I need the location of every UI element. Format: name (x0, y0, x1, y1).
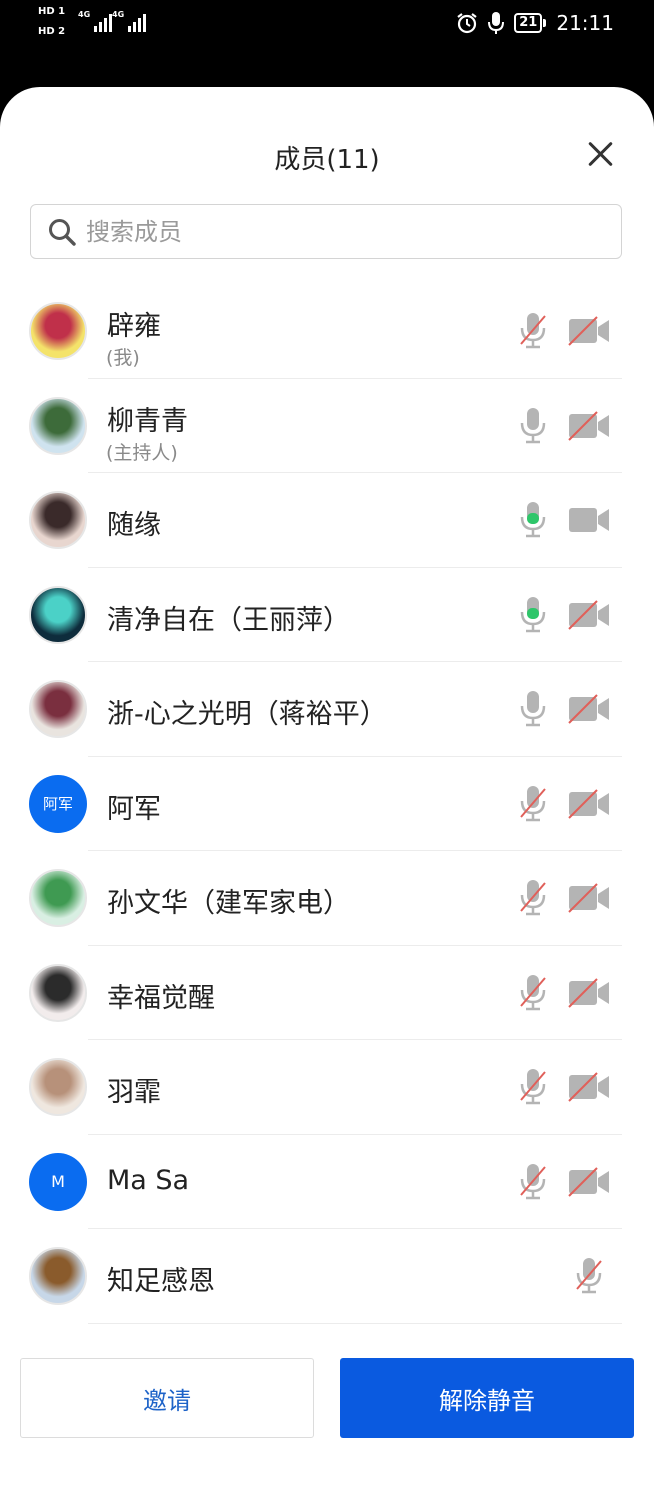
member-row[interactable]: 柳青青 (主持人) (0, 379, 654, 473)
avatar: 阿军 (29, 774, 87, 833)
avatar: M (29, 1152, 87, 1211)
member-name: 柳青青 (107, 405, 188, 437)
unmute-button[interactable]: 解除静音 (340, 1358, 634, 1438)
member-name: 清净自在（王丽萍） (107, 604, 350, 636)
member-row[interactable]: 羽霏 (0, 1040, 654, 1135)
member-role: (我) (106, 347, 140, 369)
member-name: 孙文华（建军家电） (107, 888, 350, 919)
mic-muted-icon[interactable] (516, 310, 550, 354)
microphone-status-icon (488, 12, 505, 34)
avatar (29, 680, 87, 738)
search-box[interactable] (30, 204, 622, 259)
member-name: 阿军 (107, 793, 161, 825)
mic-muted-icon[interactable] (516, 1161, 550, 1205)
alarm-icon (457, 13, 477, 34)
member-name: 知足感恩 (107, 1266, 215, 1297)
member-row[interactable]: 知足感恩 (0, 1229, 654, 1324)
member-name: 羽霏 (107, 1077, 161, 1108)
camera-off-icon[interactable] (567, 410, 611, 446)
member-row[interactable]: 辟雍 (我) (0, 284, 654, 379)
avatar (29, 302, 87, 360)
avatar (29, 491, 87, 549)
mic-icon[interactable] (516, 688, 550, 732)
battery-icon: 21 (514, 13, 547, 33)
mic-muted-icon[interactable] (516, 972, 550, 1016)
member-row[interactable]: 阿军 阿军 (0, 757, 654, 851)
member-name: 随缘 (107, 510, 161, 541)
avatar (29, 396, 87, 455)
page-title: 成员(11) (274, 145, 380, 175)
member-name: 幸福觉醒 (107, 982, 215, 1014)
mic-speaking-icon[interactable] (516, 499, 550, 543)
mic-muted-icon[interactable] (516, 783, 550, 827)
member-name: 辟雍 (107, 311, 161, 342)
signal-icon: 4G (112, 10, 147, 32)
mic-muted-icon[interactable] (572, 1255, 606, 1299)
camera-off-icon[interactable] (567, 599, 611, 635)
status-bar: HD 1 HD 2 4G 4G 21 21:11 (0, 0, 654, 46)
camera-off-icon[interactable] (567, 977, 611, 1013)
clock: 21:11 (556, 11, 614, 35)
signal-icon: 4G (78, 10, 113, 32)
camera-off-icon[interactable] (567, 693, 611, 729)
mic-muted-icon[interactable] (516, 877, 550, 921)
camera-off-icon[interactable] (567, 315, 611, 351)
member-row[interactable]: 孙文华（建军家电） (0, 851, 654, 946)
avatar (29, 585, 87, 644)
member-row[interactable]: 随缘 (0, 473, 654, 568)
camera-off-icon[interactable] (567, 788, 611, 824)
camera-on-icon[interactable] (567, 504, 611, 540)
search-input[interactable] (84, 216, 568, 247)
avatar (29, 1247, 87, 1305)
camera-off-icon[interactable] (567, 1071, 611, 1107)
member-role: (主持人) (106, 441, 178, 464)
camera-off-icon[interactable] (567, 882, 611, 918)
avatar (29, 869, 87, 927)
sim2-label: HD 2 (38, 26, 66, 37)
members-panel: 成员(11) 辟雍 (我) 柳青青 (主持人) (0, 87, 654, 1500)
member-row[interactable]: 浙-心之光明（蒋裕平） (0, 662, 654, 757)
member-row[interactable]: 幸福觉醒 (0, 946, 654, 1040)
invite-button[interactable]: 邀请 (20, 1358, 314, 1438)
mic-muted-icon[interactable] (516, 1066, 550, 1110)
member-name: 浙-心之光明（蒋裕平） (107, 699, 387, 730)
camera-off-icon[interactable] (567, 1166, 611, 1202)
mic-speaking-icon[interactable] (516, 594, 550, 638)
sim1-label: HD 1 (38, 6, 66, 17)
member-list: 辟雍 (我) 柳青青 (主持人) 随缘 清净自在（王丽萍） 浙-心之光明（蒋裕平… (0, 284, 654, 1324)
avatar (29, 1058, 87, 1116)
mic-icon[interactable] (516, 405, 550, 449)
close-icon[interactable] (584, 137, 618, 171)
member-row[interactable]: M Ma Sa (0, 1135, 654, 1229)
member-name: Ma Sa (107, 1164, 190, 1196)
avatar (29, 963, 87, 1022)
member-row[interactable]: 清净自在（王丽萍） (0, 568, 654, 662)
search-icon (49, 218, 76, 246)
